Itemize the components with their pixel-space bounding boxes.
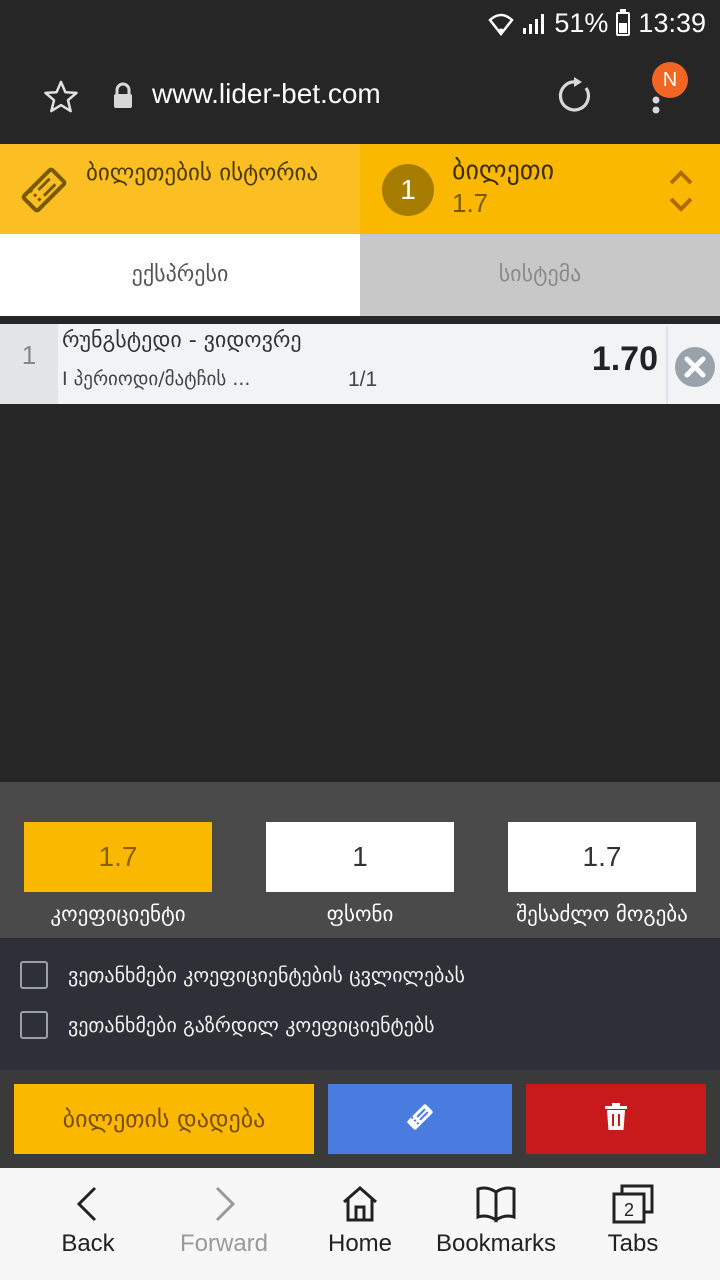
bet-market: I პერიოდი/მატჩის ... [62,368,251,390]
clock: 13:39 [638,8,706,38]
status-bar: 51% 13:39 [0,0,720,50]
agree-odds-change-label: ვეთანხმები კოეფიციენტების ცვლილებას [68,963,465,987]
bet-row: 1 რუნგსტედი - ვიდოვრე I პერიოდი/მატჩის .… [0,324,720,404]
bet-type-tabs: ექსპრესი სისტემა [0,234,720,316]
book-icon [430,1184,562,1224]
stake-label: ფსონი [326,902,394,926]
ticket-icon [20,166,68,218]
ticket-total-odds: 1.7 [452,188,489,218]
chevron-left-icon [28,1184,148,1224]
coefficient-label: კოეფიციენტი [50,902,186,926]
nav-tabs-label: Tabs [607,1230,659,1257]
nav-back[interactable]: Back [28,1168,148,1280]
nav-tabs[interactable]: 2 Tabs [574,1168,692,1280]
lock-icon [112,82,134,114]
reload-icon[interactable] [556,76,596,120]
bet-index: 1 [0,324,58,404]
bet-count: 1/1 [348,368,378,391]
tabs-icon: 2 [574,1184,692,1224]
browser-url-bar: www.lider-bet.com N [0,50,720,144]
remove-bet-icon[interactable] [673,345,717,393]
tab-express[interactable]: ექსპრესი [0,234,360,316]
bet-odds: 1.70 [591,340,658,378]
expand-collapse-icon[interactable] [666,166,696,220]
ticket-count-badge: 1 [382,164,434,216]
coefficient-value: 1.7 [24,822,212,892]
action-bar: ბილეთის დადება [0,1070,720,1168]
ticket-header: ბილეთების ისტორია 1 ბილეთი 1.7 [0,144,720,234]
url-text[interactable]: www.lider-bet.com [152,78,381,110]
star-icon[interactable] [42,78,80,120]
agree-increased-odds-label: ვეთანხმები გაზრდილ კოეფიციენტებს [68,1013,435,1037]
save-ticket-button[interactable] [328,1084,512,1154]
possible-win-value: 1.7 [508,822,696,892]
possible-win-label: შესაძლო მოგება [516,902,688,926]
home-icon [300,1184,420,1224]
current-ticket-panel[interactable]: 1 ბილეთი 1.7 [360,144,720,234]
signal-icon [522,12,546,36]
tab-system[interactable]: სისტემა [360,234,720,316]
ticket-icon [405,1102,435,1136]
ticket-history-button[interactable]: ბილეთების ისტორია [0,144,360,234]
nav-back-label: Back [61,1230,115,1257]
bet-summary: 1.7 1 1.7 კოეფიციენტი ფსონი შესაძლო მოგე… [0,782,720,938]
nav-home-label: Home [327,1230,393,1257]
notification-badge[interactable]: N [652,62,688,98]
divider [666,326,668,404]
chevron-right-icon [164,1184,284,1224]
nav-home[interactable]: Home [300,1168,420,1280]
status-indicators: 51% 13:39 [488,8,706,39]
nav-forward-label: Forward [179,1230,269,1257]
tab-count: 2 [624,1200,634,1220]
delete-ticket-button[interactable] [526,1084,706,1154]
battery-percent: 51% [554,8,609,38]
agreements-panel: ვეთანხმები კოეფიციენტების ცვლილებას ვეთა… [0,938,720,1070]
ticket-history-label: ბილეთების ისტორია [86,160,319,186]
trash-icon [604,1103,628,1135]
ticket-title: ბილეთი [452,156,555,186]
agree-odds-change-row[interactable]: ვეთანხმები კოეფიციენტების ცვლილებას [20,960,465,990]
agree-increased-odds-checkbox[interactable] [20,1011,48,1039]
nav-bookmarks-label: Bookmarks [435,1230,557,1257]
nav-forward[interactable]: Forward [164,1168,284,1280]
agree-odds-change-checkbox[interactable] [20,961,48,989]
stake-input[interactable]: 1 [266,822,454,892]
wifi-icon [488,12,515,36]
battery-icon [616,8,631,36]
bet-match-name: რუნგსტედი - ვიდოვრე [62,328,302,353]
nav-bookmarks[interactable]: Bookmarks [430,1168,562,1280]
browser-bottom-nav: Back Forward Home Bookmarks 2 Tabs [0,1168,720,1280]
place-bet-button[interactable]: ბილეთის დადება [14,1084,314,1154]
agree-increased-odds-row[interactable]: ვეთანხმები გაზრდილ კოეფიციენტებს [20,1010,435,1040]
